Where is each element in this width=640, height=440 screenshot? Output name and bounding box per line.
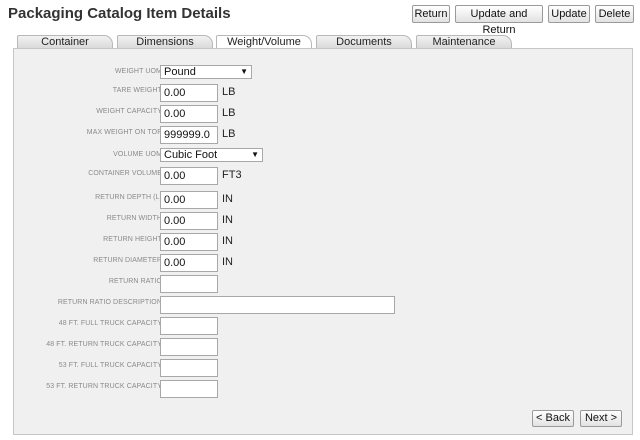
return-ratio-label: RETURN RATIO [108,278,162,285]
chevron-down-icon: ▼ [240,67,248,76]
next-button[interactable]: Next > [580,410,622,427]
weight-uom-label: WEIGHT UOM [114,68,162,75]
volume-uom-row: VOLUME UOM Cubic Foot ▼ [14,148,634,166]
container-volume-input[interactable] [160,167,218,185]
return-depth-row: RETURN DEPTH (L) IN [14,191,634,209]
weight-uom-row: WEIGHT UOM Pound ▼ [14,65,634,83]
tab-documents[interactable]: Documents [316,35,412,49]
weight-capacity-input[interactable] [160,105,218,123]
delete-button[interactable]: Delete [595,5,634,23]
weight-capacity-unit: LB [222,107,236,119]
return-width-row: RETURN WIDTH IN [14,212,634,230]
return-depth-label: RETURN DEPTH (L) [95,194,162,201]
page-title: Packaging Catalog Item Details [8,5,231,22]
full-truck-53-label: 53 FT. FULL TRUCK CAPACITY [58,362,162,369]
tare-weight-input[interactable] [160,84,218,102]
tab-container[interactable]: Container [17,35,113,49]
return-diameter-row: RETURN DIAMETER IN [14,254,634,272]
full-truck-48-input[interactable] [160,317,218,335]
return-width-label: RETURN WIDTH [106,215,162,222]
full-truck-53-row: 53 FT. FULL TRUCK CAPACITY [14,359,634,377]
max-weight-on-top-row: MAX WEIGHT ON TOP LB [14,126,634,144]
return-height-row: RETURN HEIGHT IN [14,233,634,251]
back-button[interactable]: < Back [532,410,574,427]
full-truck-48-row: 48 FT. FULL TRUCK CAPACITY [14,317,634,335]
return-diameter-label: RETURN DIAMETER [93,257,162,264]
tab-bar: Container Dimensions Weight/Volume Docum… [17,35,512,49]
max-weight-on-top-input[interactable] [160,126,218,144]
full-truck-48-label: 48 FT. FULL TRUCK CAPACITY [58,320,162,327]
weight-capacity-row: WEIGHT CAPACITY LB [14,105,634,123]
return-truck-53-label: 53 FT. RETURN TRUCK CAPACITY [46,383,162,390]
volume-uom-value: Cubic Foot [164,149,218,161]
return-truck-48-label: 48 FT. RETURN TRUCK CAPACITY [46,341,162,348]
tare-weight-label: TARE WEIGHT [112,87,162,94]
return-ratio-row: RETURN RATIO [14,275,634,293]
max-weight-on-top-label: MAX WEIGHT ON TOP [86,129,162,136]
tab-weight-volume[interactable]: Weight/Volume [216,35,312,49]
return-button[interactable]: Return [412,5,450,23]
return-height-label: RETURN HEIGHT [103,236,162,243]
weight-capacity-label: WEIGHT CAPACITY [96,108,162,115]
return-width-input[interactable] [160,212,218,230]
update-button[interactable]: Update [548,5,590,23]
tab-maintenance[interactable]: Maintenance [416,35,512,49]
full-truck-53-input[interactable] [160,359,218,377]
volume-uom-label: VOLUME UOM [113,151,162,158]
return-truck-48-input[interactable] [160,338,218,356]
tab-dimensions[interactable]: Dimensions [117,35,213,49]
weight-uom-value: Pound [164,66,196,78]
return-width-unit: IN [222,214,233,226]
weight-volume-panel: WEIGHT UOM Pound ▼ TARE WEIGHT LB WEIGHT… [13,48,633,435]
return-depth-unit: IN [222,193,233,205]
max-weight-on-top-unit: LB [222,128,236,140]
return-diameter-unit: IN [222,256,233,268]
chevron-down-icon: ▼ [251,150,259,159]
tare-weight-unit: LB [222,86,236,98]
return-ratio-input[interactable] [160,275,218,293]
tare-weight-row: TARE WEIGHT LB [14,84,634,102]
container-volume-label: CONTAINER VOLUME [88,170,162,177]
return-diameter-input[interactable] [160,254,218,272]
return-truck-53-row: 53 FT. RETURN TRUCK CAPACITY [14,380,634,398]
container-volume-row: CONTAINER VOLUME FT3 [14,167,634,185]
return-depth-input[interactable] [160,191,218,209]
return-truck-48-row: 48 FT. RETURN TRUCK CAPACITY [14,338,634,356]
volume-uom-select[interactable]: Cubic Foot ▼ [160,148,263,162]
return-ratio-description-label: RETURN RATIO DESCRIPTION [57,299,162,306]
return-height-input[interactable] [160,233,218,251]
return-ratio-description-row: RETURN RATIO DESCRIPTION [14,296,634,314]
container-volume-unit: FT3 [222,169,242,181]
return-height-unit: IN [222,235,233,247]
return-truck-53-input[interactable] [160,380,218,398]
weight-uom-select[interactable]: Pound ▼ [160,65,252,79]
update-and-return-button[interactable]: Update and Return [455,5,543,36]
return-ratio-description-input[interactable] [160,296,395,314]
